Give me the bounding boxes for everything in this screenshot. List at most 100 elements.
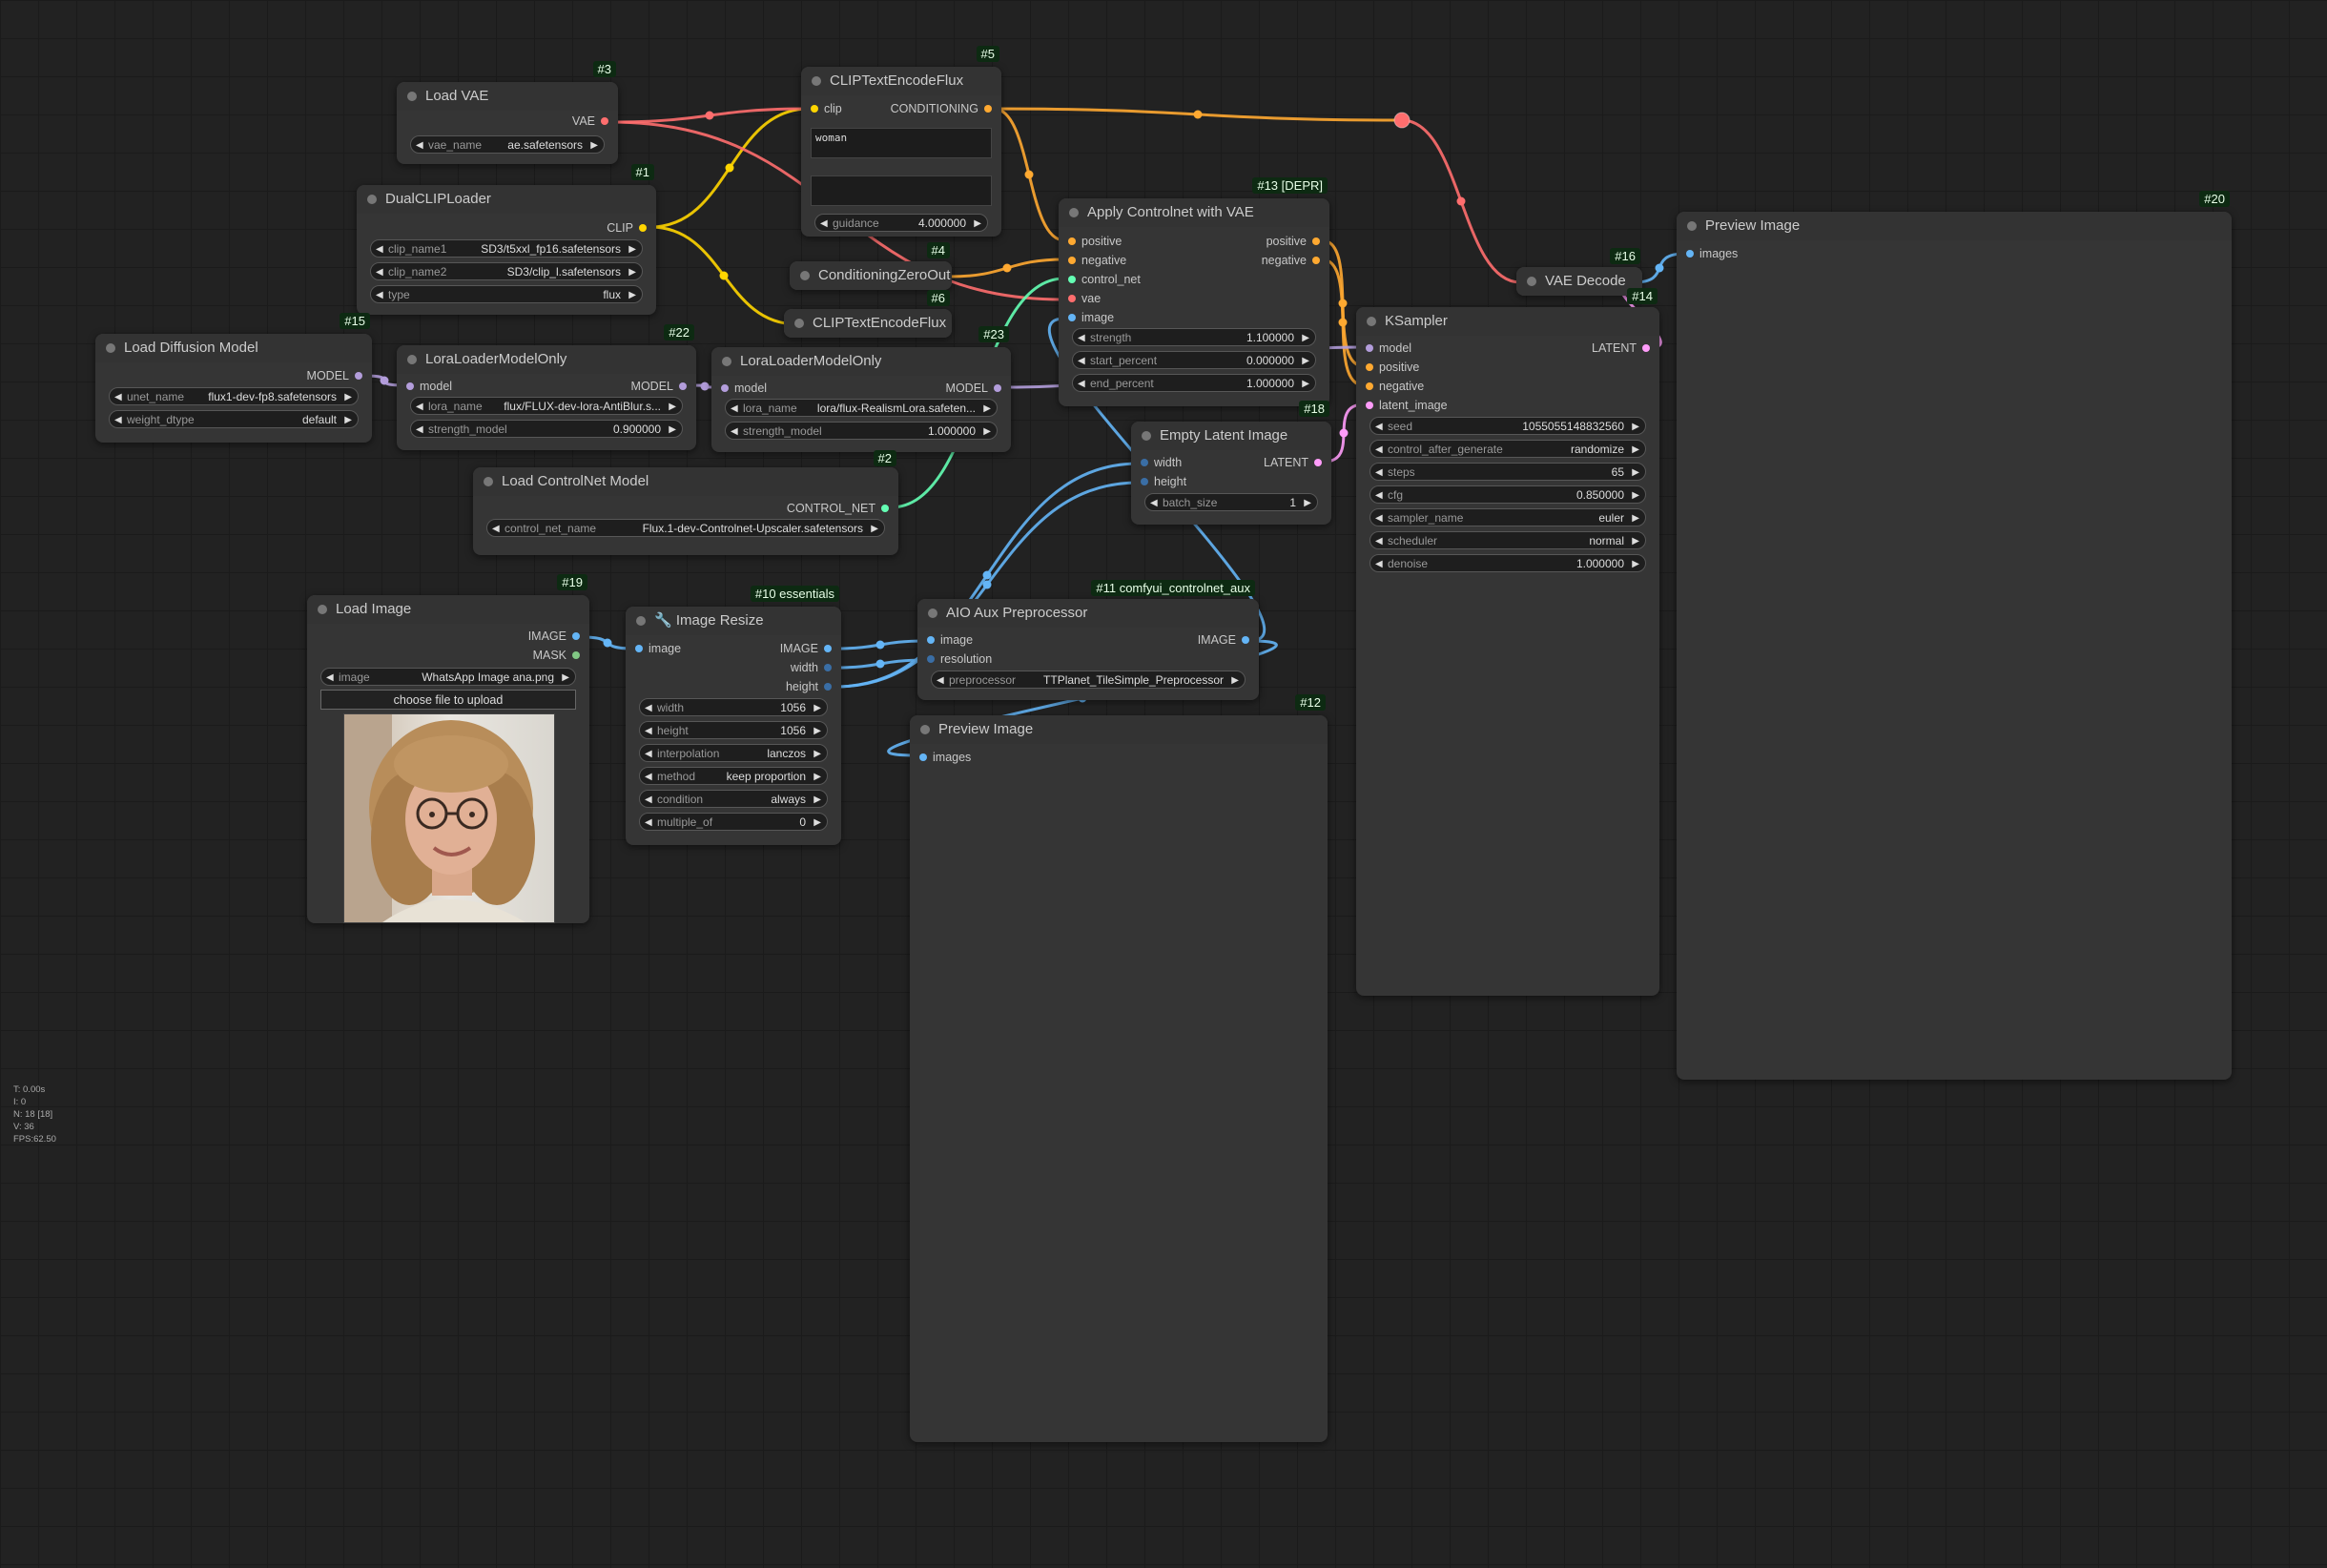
- wire-midpoint-7[interactable]: [1002, 263, 1012, 273]
- lora-name-combo[interactable]: ◀ lora_name lora/flux-RealismLora.safeten.…: [725, 399, 998, 417]
- input-images[interactable]: images: [1686, 247, 1738, 260]
- output-mask[interactable]: MASK: [533, 649, 580, 662]
- batch-size-stepper[interactable]: ◀ batch_size 1 ▶: [1144, 493, 1318, 511]
- control-net-name-combo[interactable]: ◀ control_net_name Flux.1-dev-Controlnet-U…: [486, 519, 885, 537]
- wire-midpoint-19[interactable]: [982, 570, 992, 580]
- output-vae[interactable]: VAE: [572, 114, 608, 128]
- preprocessor-combo[interactable]: ◀ preprocessor TTPlanet_TileSimple_Preproc…: [931, 671, 1246, 689]
- wire-midpoint-8[interactable]: [1338, 299, 1348, 308]
- method-combo[interactable]: ◀ method keep proportion ▶: [639, 767, 828, 785]
- t5xxl-text-input[interactable]: [811, 175, 992, 206]
- steps-stepper[interactable]: ◀ steps 65 ▶: [1369, 463, 1646, 481]
- wire-midpoint-5[interactable]: [1024, 170, 1034, 179]
- wire-midpoint-11[interactable]: [700, 382, 710, 391]
- input-model[interactable]: model: [1366, 341, 1411, 355]
- node-preview-image-12[interactable]: #12 Preview Image images: [910, 694, 1328, 1442]
- wire-midpoint-23[interactable]: [1655, 263, 1664, 273]
- wire-midpoint-9[interactable]: [1338, 318, 1348, 327]
- strength-slider[interactable]: ◀ strength 1.100000 ▶: [1072, 328, 1316, 346]
- width-stepper[interactable]: ◀ width 1056 ▶: [639, 698, 828, 716]
- choose-file-button[interactable]: choose file to upload: [320, 690, 576, 710]
- output-conditioning[interactable]: CONDITIONING: [891, 102, 992, 115]
- output-height[interactable]: height: [786, 680, 832, 693]
- collapse-dot-icon[interactable]: [636, 616, 646, 626]
- node-vae-decode[interactable]: #16 VAE Decode: [1516, 248, 1642, 296]
- collapse-dot-icon[interactable]: [812, 76, 821, 86]
- node-preview-image-20[interactable]: #20 Preview Image images: [1677, 191, 2232, 1080]
- start-percent-slider[interactable]: ◀ start_percent 0.000000 ▶: [1072, 351, 1316, 369]
- input-height[interactable]: height: [1141, 475, 1186, 488]
- output-positive[interactable]: positive: [1266, 235, 1320, 248]
- input-model[interactable]: model: [406, 380, 452, 393]
- collapse-dot-icon[interactable]: [318, 605, 327, 614]
- collapse-dot-icon[interactable]: [1527, 277, 1536, 286]
- end-percent-slider[interactable]: ◀ end_percent 1.000000 ▶: [1072, 374, 1316, 392]
- input-negative[interactable]: negative: [1366, 380, 1424, 393]
- image-file-combo[interactable]: ◀ image WhatsApp Image ana.png ▶: [320, 668, 576, 686]
- wire-midpoint-16[interactable]: [603, 638, 612, 648]
- node-dual-clip-loader[interactable]: #1 DualCLIPLoader CLIP ◀ clip_name1 SD3/t5…: [357, 164, 656, 315]
- sampler-name-combo[interactable]: ◀ sampler_name euler ▶: [1369, 508, 1646, 526]
- node-aio-aux-preprocessor[interactable]: #11 comfyui_controlnet_aux AIO Aux Prepr…: [917, 580, 1259, 700]
- node-load-diffusion-model[interactable]: #15 Load Diffusion Model MODEL ◀ unet_nam…: [95, 313, 372, 443]
- collapse-dot-icon[interactable]: [367, 195, 377, 204]
- clip-l-text-input[interactable]: woman: [811, 128, 992, 158]
- node-apply-controlnet-with-vae[interactable]: #13 [DEPR] Apply Controlnet with VAE pos…: [1059, 177, 1329, 406]
- input-width[interactable]: width: [1141, 456, 1182, 469]
- cfg-slider[interactable]: ◀ cfg 0.850000 ▶: [1369, 485, 1646, 504]
- collapse-dot-icon[interactable]: [106, 343, 115, 353]
- lora-name-combo[interactable]: ◀ lora_name flux/FLUX-dev-lora-AntiBlur.s.…: [410, 397, 683, 415]
- wire-midpoint-6[interactable]: [1193, 110, 1203, 119]
- collapse-dot-icon[interactable]: [800, 271, 810, 280]
- wire-midpoint-2[interactable]: [705, 111, 714, 120]
- wire-midpoint-10[interactable]: [380, 376, 389, 385]
- input-image[interactable]: image: [1068, 311, 1114, 324]
- node-ksampler[interactable]: #14 KSampler model positive negative lat…: [1356, 288, 1659, 996]
- wire-midpoint-18[interactable]: [875, 659, 885, 669]
- collapse-dot-icon[interactable]: [407, 355, 417, 364]
- input-image[interactable]: image: [927, 633, 973, 647]
- vae-name-combo[interactable]: ◀ vae_name ae.safetensors ▶: [410, 135, 605, 154]
- input-images[interactable]: images: [919, 751, 971, 764]
- node-load-vae[interactable]: #3 Load VAE VAE ◀ vae_name ae.safetensors ▶: [397, 61, 618, 164]
- output-control-net[interactable]: CONTROL_NET: [787, 502, 889, 515]
- weight-dtype-combo[interactable]: ◀ weight_dtype default ▶: [109, 410, 359, 428]
- strength-model-slider[interactable]: ◀ strength_model 0.900000 ▶: [410, 420, 683, 438]
- interpolation-combo[interactable]: ◀ interpolation lanczos ▶: [639, 744, 828, 762]
- collapse-dot-icon[interactable]: [484, 477, 493, 486]
- collapse-dot-icon[interactable]: [1367, 317, 1376, 326]
- node-lora-loader-23[interactable]: #23 LoraLoaderModelOnly model MODEL ◀ lor…: [711, 326, 1011, 452]
- collapse-dot-icon[interactable]: [407, 92, 417, 101]
- height-stepper[interactable]: ◀ height 1056 ▶: [639, 721, 828, 739]
- reroute-node[interactable]: [1393, 112, 1411, 129]
- wire-midpoint-1[interactable]: [719, 271, 729, 280]
- output-image[interactable]: IMAGE: [780, 642, 832, 655]
- output-width[interactable]: width: [791, 661, 832, 674]
- node-empty-latent-image[interactable]: #18 Empty Latent Image width height LATE…: [1131, 401, 1331, 525]
- wire-midpoint-17[interactable]: [875, 640, 885, 650]
- input-resolution[interactable]: resolution: [927, 652, 992, 666]
- node-clip-text-encode-flux-6[interactable]: #6 CLIPTextEncodeFlux: [784, 290, 952, 338]
- denoise-slider[interactable]: ◀ denoise 1.000000 ▶: [1369, 554, 1646, 572]
- type-combo[interactable]: ◀ type flux ▶: [370, 285, 643, 303]
- control-after-generate-combo[interactable]: ◀ control_after_generate randomize ▶: [1369, 440, 1646, 458]
- unet-name-combo[interactable]: ◀ unet_name flux1-dev-fp8.safetensors ▶: [109, 387, 359, 405]
- node-clip-text-encode-flux-5[interactable]: #5 CLIPTextEncodeFlux clip CONDITIONING …: [801, 46, 1001, 237]
- input-negative[interactable]: negative: [1068, 254, 1126, 267]
- wire-midpoint-20[interactable]: [982, 580, 992, 589]
- collapse-dot-icon[interactable]: [1069, 208, 1079, 217]
- output-model[interactable]: MODEL: [631, 380, 687, 393]
- input-control-net[interactable]: control_net: [1068, 273, 1141, 286]
- collapse-dot-icon[interactable]: [1687, 221, 1697, 231]
- node-load-image[interactable]: #19 Load Image IMAGE MASK ◀ image WhatsApp…: [307, 574, 589, 923]
- multiple-of-stepper[interactable]: ◀ multiple_of 0 ▶: [639, 813, 828, 831]
- collapse-dot-icon[interactable]: [794, 319, 804, 328]
- scheduler-combo[interactable]: ◀ scheduler normal ▶: [1369, 531, 1646, 549]
- input-latent-image[interactable]: latent_image: [1366, 399, 1448, 412]
- wire-midpoint-14[interactable]: [1339, 428, 1349, 438]
- output-model[interactable]: MODEL: [307, 369, 362, 382]
- input-positive[interactable]: positive: [1366, 361, 1419, 374]
- input-positive[interactable]: positive: [1068, 235, 1122, 248]
- seed-field[interactable]: ◀ seed 1055055148832560 ▶: [1369, 417, 1646, 435]
- clip-name2-combo[interactable]: ◀ clip_name2 SD3/clip_l.safetensors ▶: [370, 262, 643, 280]
